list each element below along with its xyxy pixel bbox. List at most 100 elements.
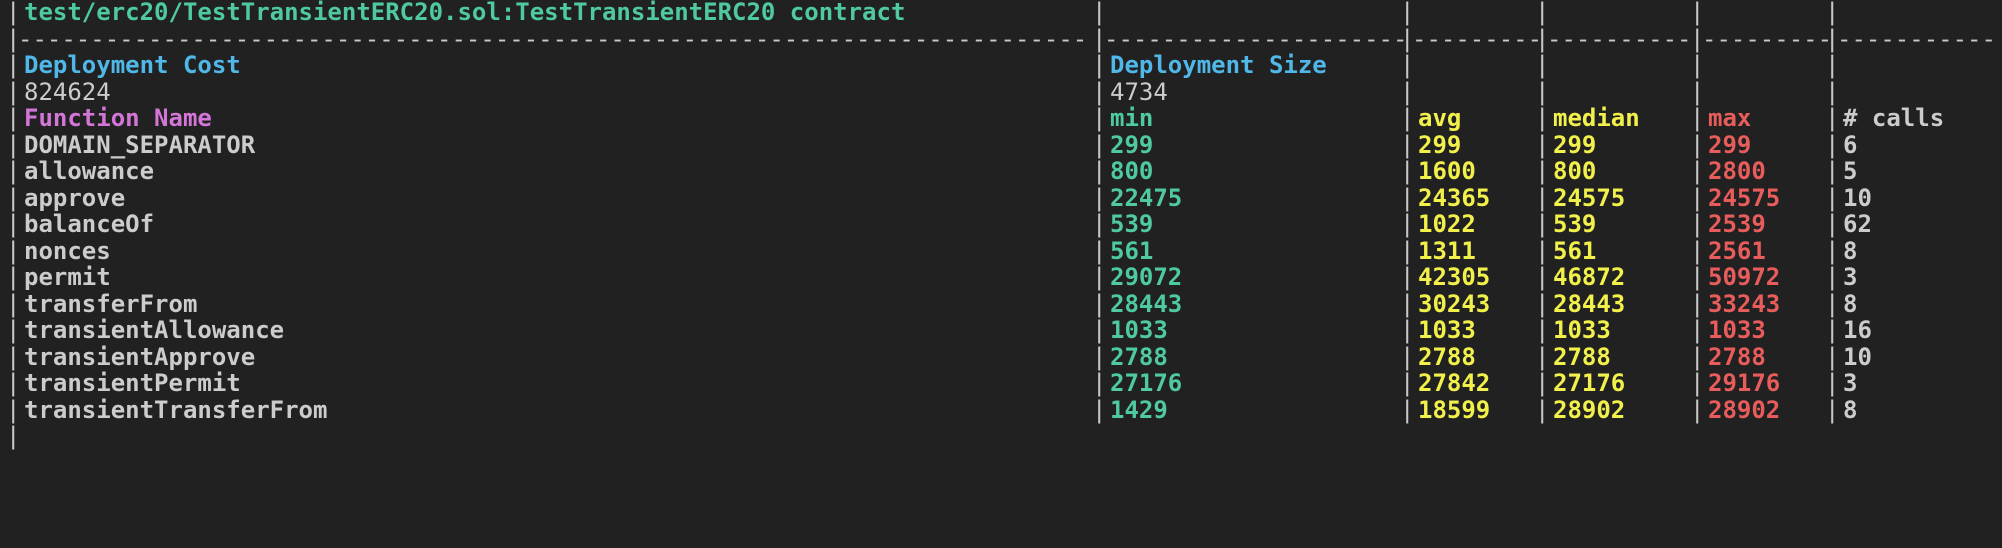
cell-min: 2788: [1110, 342, 1168, 371]
table-border-pipe-5: |: [1996, 343, 2002, 371]
table-border-pipe-1: |: [1400, 183, 1415, 212]
table-border-pipe-2: |: [1535, 24, 1550, 53]
cell-max: 299: [1708, 130, 1752, 159]
cell-function-name: DOMAIN_SEPARATOR: [24, 130, 256, 159]
column-header-avg: avg: [1418, 104, 1462, 132]
cell-max: 33243: [1708, 289, 1781, 318]
table-border-pipe-3: |: [1690, 289, 1705, 318]
table-row: | transientTransferFrom | 1429 | 18599 | 28902 |…: [0, 395, 2002, 424]
table-left-border: |: [6, 342, 21, 371]
table-border-pipe-3: |: [1690, 316, 1705, 344]
table-border-pipe-1: |: [1400, 77, 1415, 106]
table-border-pipe-0: |: [1092, 77, 1107, 106]
table-border-pipe-5: |: [1996, 396, 2002, 424]
table-border-pipe-3: |: [1690, 51, 1705, 79]
deployment-size-value: 4734: [1110, 77, 1168, 106]
column-header-min: min: [1110, 104, 1154, 132]
table-border-pipe-0: |: [1092, 130, 1107, 159]
table-border-pipe-1: |: [1400, 342, 1415, 371]
table-border-pipe-2: |: [1535, 342, 1550, 371]
cell-calls: 8: [1843, 395, 1858, 424]
table-border-pipe-2: |: [1535, 236, 1550, 265]
table-border-pipe-5: |: [1996, 105, 2002, 132]
table-border-pipe-4: |: [1825, 210, 1840, 238]
table-border-pipe-0: |: [1092, 24, 1107, 53]
table-border-pipe-2: |: [1535, 0, 1550, 26]
table-border-pipe-2: |: [1535, 316, 1550, 344]
cell-max: 29176: [1708, 369, 1781, 397]
table-border-pipe-3: |: [1690, 395, 1705, 424]
table-border-pipe-5: |: [1996, 52, 2002, 79]
table-left-border: |: [6, 104, 21, 132]
table-left-border: |: [6, 51, 21, 79]
table-border-pipe-0: |: [1092, 183, 1107, 212]
cell-min: 22475: [1110, 183, 1183, 212]
table-border-pipe-0: |: [1092, 236, 1107, 265]
table-border-pipe-2: |: [1535, 369, 1550, 397]
table-left-border: |: [6, 77, 21, 106]
cell-avg: 24365: [1418, 183, 1491, 212]
table-separator-segment-4: ---------: [1702, 24, 1833, 53]
table-border-pipe-0: |: [1092, 289, 1107, 318]
table-border-pipe-3: |: [1690, 263, 1705, 291]
table-border-pipe-5: |: [1996, 211, 2002, 238]
cell-avg: 18599: [1418, 395, 1491, 424]
table-border-pipe-5: |: [1996, 370, 2002, 397]
cell-median: 800: [1553, 157, 1597, 185]
table-border-pipe-0: |: [1092, 316, 1107, 344]
table-border-pipe-2: |: [1535, 183, 1550, 212]
cell-function-name: permit: [24, 263, 111, 291]
table-border-pipe-2: |: [1535, 289, 1550, 318]
table-border-pipe-5: |: [1996, 290, 2002, 318]
table-border-pipe-0: |: [1092, 210, 1107, 238]
cell-calls: 3: [1843, 369, 1858, 397]
table-border-pipe-5: |: [1996, 317, 2002, 344]
cell-min: 29072: [1110, 263, 1183, 291]
table-border-pipe-1: |: [1400, 104, 1415, 132]
table-left-border: |: [6, 395, 21, 424]
table-border-pipe-4: |: [1825, 263, 1840, 291]
table-border-pipe-4: |: [1825, 342, 1840, 371]
column-header-max: max: [1708, 104, 1752, 132]
table-border-pipe-1: |: [1400, 236, 1415, 265]
cell-calls: 10: [1843, 183, 1872, 212]
table-separator-segment-0: ----------------------------------------…: [18, 24, 1088, 53]
cell-avg: 2788: [1418, 342, 1476, 371]
table-border-pipe-0: |: [1092, 369, 1107, 397]
cell-median: 299: [1553, 130, 1597, 159]
table-left-border: |: [6, 316, 21, 344]
cell-max: 2800: [1708, 157, 1766, 185]
cell-avg: 30243: [1418, 289, 1491, 318]
table-border-pipe-0: |: [1092, 51, 1107, 79]
table-row: |DOMAIN_SEPARATOR|299|299|299|299|6|: [0, 130, 2002, 159]
table-border-pipe-3: |: [1690, 130, 1705, 159]
table-border-pipe-5: |: [1996, 184, 2002, 212]
table-border-pipe-0: |: [1092, 395, 1107, 424]
cell-min: 539: [1110, 210, 1154, 238]
table-border-pipe-5: |: [1996, 131, 2002, 159]
terminal-gas-report: | test/erc20/TestTransientERC20.sol:TestT…: [0, 0, 2002, 548]
table-border-pipe-2: |: [1535, 263, 1550, 291]
cell-max: 2561: [1708, 236, 1766, 265]
table-border-pipe-5: |: [1996, 78, 2002, 106]
cell-max: 24575: [1708, 183, 1781, 212]
table-border-pipe-3: |: [1690, 0, 1705, 26]
cell-calls: 5: [1843, 157, 1858, 185]
column-header-calls: # calls: [1843, 104, 1945, 132]
cell-median: 27176: [1553, 369, 1626, 397]
table-border-pipe-3: |: [1690, 342, 1705, 371]
cell-min: 1429: [1110, 395, 1168, 424]
table-border-pipe-4: |: [1825, 24, 1840, 53]
cell-min: 800: [1110, 157, 1154, 185]
table-border-pipe-3: |: [1690, 183, 1705, 212]
cell-median: 46872: [1553, 263, 1626, 291]
table-border-pipe-4: |: [1825, 289, 1840, 318]
cell-calls: 62: [1843, 210, 1872, 238]
contract-title: test/erc20/TestTransientERC20.sol:TestTr…: [24, 0, 906, 26]
cell-median: 539: [1553, 210, 1597, 238]
table-row: | transientAllowance | 1033 | 1033 | 1033 | 1033 |…: [0, 317, 2002, 344]
cell-min: 28443: [1110, 289, 1183, 318]
table-left-border: |: [6, 130, 21, 159]
table-row: | transientPermit | 27176 | 27842 | 27176 | 29176…: [0, 370, 2002, 397]
table-border-pipe-2: |: [1535, 51, 1550, 79]
